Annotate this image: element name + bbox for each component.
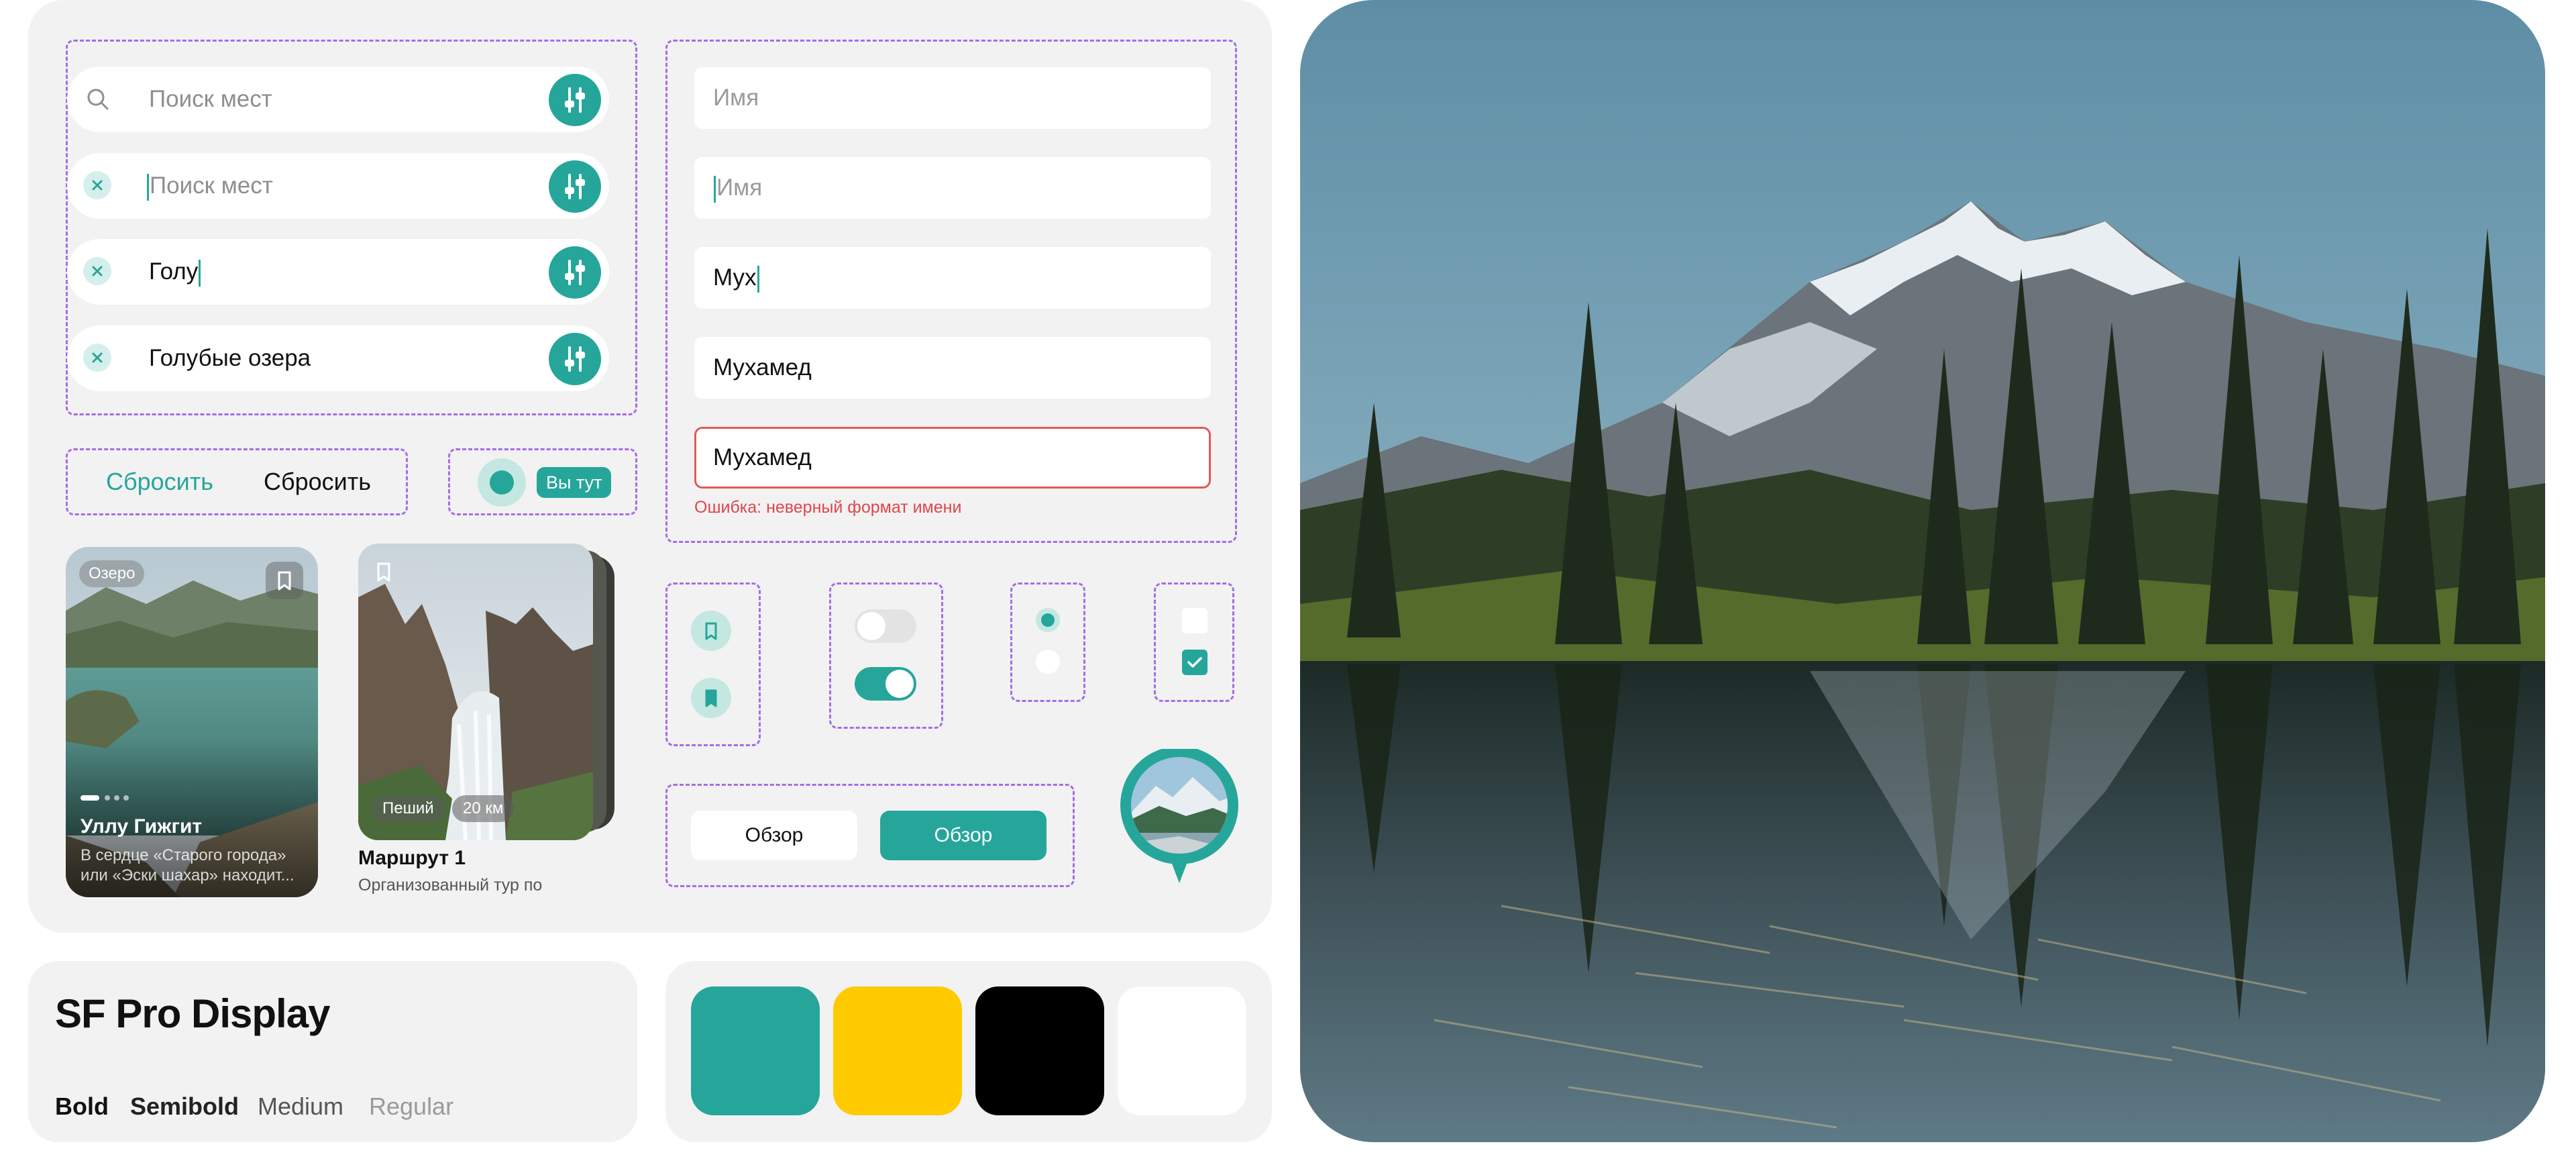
lake-photo bbox=[66, 547, 318, 897]
overview-button-outline[interactable]: Обзор bbox=[691, 811, 857, 860]
route-subtitle: Организованный тур по bbox=[358, 876, 543, 895]
search-value: Голу bbox=[149, 258, 199, 285]
swatch-white bbox=[1118, 986, 1246, 1115]
clear-search-button[interactable] bbox=[83, 257, 111, 285]
bookmark-button[interactable] bbox=[370, 558, 397, 585]
text-caret bbox=[757, 265, 759, 293]
card-description: В сердце «Старого города» или «Эски шаха… bbox=[80, 846, 294, 884]
bookmark-icon bbox=[377, 562, 390, 582]
map-marker[interactable] bbox=[1119, 746, 1240, 883]
name-input-filled[interactable]: Мухамед bbox=[694, 337, 1211, 399]
bookmark-filled-icon bbox=[705, 689, 717, 707]
search-input-empty[interactable]: Поиск мест bbox=[67, 66, 609, 132]
route-tag-distance: 20 км bbox=[452, 795, 515, 822]
checkbox-states-group bbox=[1154, 582, 1234, 702]
filter-button[interactable] bbox=[549, 246, 601, 299]
map-pin-photo bbox=[1120, 746, 1238, 883]
filter-button[interactable] bbox=[549, 160, 601, 213]
search-value: Голубые озера bbox=[149, 345, 311, 371]
check-icon bbox=[1187, 657, 1202, 668]
checkbox-checked[interactable] bbox=[1182, 650, 1208, 675]
radio-unselected[interactable] bbox=[1036, 650, 1060, 674]
name-input-focused[interactable]: Имя bbox=[694, 157, 1211, 219]
weight-medium: Medium bbox=[258, 1092, 344, 1120]
font-family-title: SF Pro Display bbox=[55, 991, 330, 1036]
clear-search-button[interactable] bbox=[83, 171, 111, 199]
text-caret bbox=[199, 259, 201, 287]
swatch-teal bbox=[691, 986, 820, 1115]
close-icon bbox=[92, 180, 103, 191]
swatch-black bbox=[975, 986, 1104, 1115]
filter-button[interactable] bbox=[549, 74, 601, 126]
bookmark-icon bbox=[705, 622, 717, 640]
filter-button[interactable] bbox=[549, 333, 601, 385]
text-caret bbox=[147, 173, 149, 201]
swatch-yellow bbox=[833, 986, 962, 1115]
search-placeholder: Поиск мест bbox=[149, 86, 272, 112]
route-title: Маршрут 1 bbox=[358, 847, 466, 869]
route-card[interactable]: Пеший 20 км bbox=[358, 544, 593, 840]
sliders-icon bbox=[565, 174, 585, 199]
bookmark-button-filled[interactable] bbox=[691, 678, 731, 718]
reset-button-accent[interactable]: Сбросить bbox=[106, 465, 213, 499]
bookmark-icon bbox=[278, 571, 291, 591]
carousel-indicator bbox=[80, 795, 134, 801]
location-label: Вы тут bbox=[537, 467, 612, 498]
weight-semibold: Semibold bbox=[130, 1092, 239, 1120]
text-caret bbox=[714, 175, 716, 203]
bookmark-button[interactable] bbox=[266, 562, 303, 599]
reset-button-dark[interactable]: Сбросить bbox=[264, 465, 371, 499]
search-icon bbox=[87, 89, 109, 110]
name-placeholder: Имя bbox=[716, 174, 763, 201]
toggle-off[interactable] bbox=[855, 609, 916, 643]
radio-states-group bbox=[1010, 582, 1085, 702]
weight-bold: Bold bbox=[55, 1092, 109, 1120]
toggle-on[interactable] bbox=[855, 667, 916, 701]
close-icon bbox=[92, 266, 103, 276]
close-icon bbox=[92, 352, 103, 363]
overview-button-filled[interactable]: Обзор bbox=[880, 811, 1046, 860]
hero-landscape-photo bbox=[1300, 0, 2545, 1142]
bookmark-states-group bbox=[665, 582, 761, 746]
location-dot bbox=[478, 458, 526, 507]
name-input-error[interactable]: Мухамед bbox=[694, 427, 1211, 489]
weight-regular: Regular bbox=[369, 1092, 454, 1120]
checkbox-unchecked[interactable] bbox=[1182, 608, 1208, 633]
search-input-focused[interactable]: Поиск мест bbox=[67, 153, 609, 219]
card-badge: Озеро bbox=[79, 560, 145, 587]
error-message: Ошибка: неверный формат имени bbox=[694, 498, 962, 517]
search-placeholder: Поиск мест bbox=[150, 172, 273, 199]
name-value: Мух bbox=[713, 264, 757, 291]
card-title: Уллу Гижгит bbox=[80, 815, 203, 837]
radio-selected[interactable] bbox=[1036, 608, 1060, 632]
place-card-lake[interactable]: Озеро Уллу Гижгит В сердце «Старого горо… bbox=[66, 547, 318, 897]
name-input-typing[interactable]: Мух bbox=[694, 247, 1211, 309]
name-input-empty[interactable]: Имя bbox=[694, 67, 1211, 129]
route-tag-type: Пеший bbox=[372, 795, 445, 822]
sliders-icon bbox=[565, 87, 585, 113]
mountain-lake-image bbox=[1300, 0, 2545, 1142]
toggle-states-group bbox=[829, 582, 943, 729]
search-input-typing[interactable]: Голу bbox=[67, 239, 609, 305]
sliders-icon bbox=[565, 346, 585, 372]
search-input-filled[interactable]: Голубые озера bbox=[67, 325, 609, 391]
bookmark-button-outline[interactable] bbox=[691, 611, 731, 651]
sliders-icon bbox=[565, 260, 585, 285]
clear-search-button[interactable] bbox=[83, 344, 111, 372]
